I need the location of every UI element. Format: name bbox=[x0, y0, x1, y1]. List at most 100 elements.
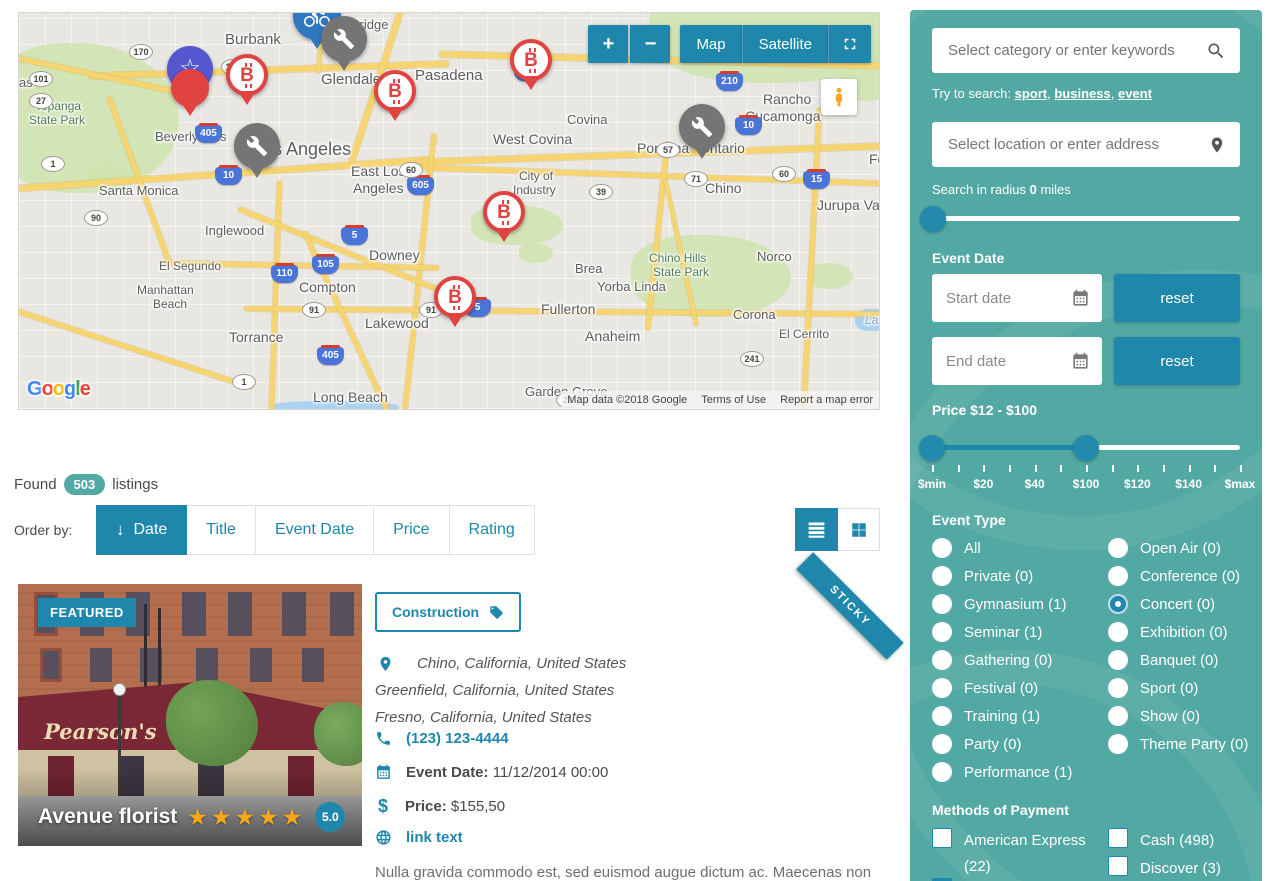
price-tick-label: $40 bbox=[1024, 477, 1045, 491]
report-map-error-link[interactable]: Report a map error bbox=[780, 394, 873, 406]
checkbox[interactable] bbox=[932, 828, 952, 848]
listing-count-badge: 503 bbox=[63, 474, 106, 495]
map-marker-wrench[interactable] bbox=[321, 16, 367, 71]
start-date-reset-button[interactable]: reset bbox=[1114, 274, 1240, 322]
radio[interactable] bbox=[932, 594, 952, 614]
event-type-option-private-0-[interactable]: Private (0) bbox=[932, 566, 1033, 586]
map-label: Santa Monica bbox=[99, 183, 179, 198]
radio[interactable] bbox=[932, 678, 952, 698]
map-marker-bitcoin[interactable]: B bbox=[510, 39, 552, 90]
website-link[interactable]: link text bbox=[406, 829, 463, 846]
event-type-option-exhibition-0-[interactable]: Exhibition (0) bbox=[1108, 622, 1228, 642]
route-shield-interstate: 10 bbox=[735, 115, 762, 135]
order-tab-event-date[interactable]: Event Date bbox=[254, 505, 375, 555]
map-canvas[interactable]: asFlintridgeBurbankGlendalePasadenaLos A… bbox=[18, 12, 880, 410]
order-tab-price[interactable]: Price bbox=[373, 505, 450, 555]
map-zoom-in-button[interactable]: + bbox=[588, 25, 629, 63]
category-tag-button[interactable]: Construction bbox=[375, 592, 522, 632]
radius-slider-track[interactable] bbox=[932, 216, 1240, 221]
end-date-reset-button[interactable]: reset bbox=[1114, 337, 1240, 385]
map-marker-wrench[interactable] bbox=[234, 123, 280, 178]
map-zoom-out-button[interactable]: − bbox=[630, 25, 671, 63]
event-type-option-open-air-0-[interactable]: Open Air (0) bbox=[1108, 538, 1221, 558]
radio[interactable] bbox=[932, 706, 952, 726]
radio[interactable] bbox=[932, 538, 952, 558]
radio[interactable] bbox=[1108, 706, 1128, 726]
payment-option-cash-498-[interactable]: Cash (498) bbox=[1108, 828, 1262, 854]
price-tick bbox=[957, 465, 960, 472]
marker-tail bbox=[693, 145, 711, 159]
event-type-option-conference-0-[interactable]: Conference (0) bbox=[1108, 566, 1240, 586]
end-date-input[interactable] bbox=[932, 352, 1071, 370]
try-search-link-sport[interactable]: sport bbox=[1015, 86, 1048, 101]
map-type-button[interactable]: Map bbox=[680, 25, 743, 63]
event-type-option-gymnasium-1-[interactable]: Gymnasium (1) bbox=[932, 594, 1067, 614]
radio[interactable] bbox=[932, 566, 952, 586]
map-label: El Cerrito bbox=[779, 327, 830, 341]
location-icon[interactable] bbox=[1208, 134, 1226, 156]
map-marker-bitcoin[interactable]: B bbox=[434, 276, 476, 327]
map-marker-wrench[interactable] bbox=[679, 104, 725, 159]
price-slider-handle-max[interactable] bbox=[1073, 435, 1099, 461]
try-search-link-business[interactable]: business bbox=[1054, 86, 1110, 101]
map-marker-bitcoin[interactable]: B bbox=[226, 54, 268, 105]
radio[interactable] bbox=[932, 622, 952, 642]
radio[interactable] bbox=[1108, 538, 1128, 558]
map-label: Torrance bbox=[229, 329, 284, 345]
radio[interactable] bbox=[932, 650, 952, 670]
event-type-option-sport-0-[interactable]: Sport (0) bbox=[1108, 678, 1198, 698]
event-type-option-festival-0-[interactable]: Festival (0) bbox=[932, 678, 1038, 698]
event-type-option-theme-party-0-[interactable]: Theme Party (0) bbox=[1108, 734, 1248, 754]
search-icon[interactable] bbox=[1206, 41, 1226, 61]
filter-sidebar: Try to search: sport, business, event Se… bbox=[910, 10, 1262, 881]
fullscreen-button[interactable] bbox=[829, 25, 871, 63]
view-toggles bbox=[795, 508, 880, 551]
event-type-option-seminar-1-[interactable]: Seminar (1) bbox=[932, 622, 1042, 642]
map-marker-red[interactable] bbox=[171, 69, 209, 116]
calendar-icon[interactable] bbox=[1071, 289, 1090, 308]
radio[interactable] bbox=[1108, 566, 1128, 586]
grid-view-button[interactable] bbox=[837, 508, 880, 551]
location-search-input[interactable] bbox=[932, 136, 1208, 153]
payment-option-discover-3-[interactable]: Discover (3) bbox=[1108, 856, 1262, 881]
event-type-option-party-0-[interactable]: Party (0) bbox=[932, 734, 1022, 754]
order-tab-label: Price bbox=[393, 521, 430, 538]
event-type-option-show-0-[interactable]: Show (0) bbox=[1108, 706, 1200, 726]
event-type-option-all[interactable]: All bbox=[932, 538, 981, 558]
order-tab-rating[interactable]: Rating bbox=[448, 505, 535, 555]
listing-photo[interactable]: Pearson's FEATURED Avenue florist ★★★★★ … bbox=[18, 584, 362, 846]
checkbox[interactable] bbox=[1108, 856, 1128, 876]
phone-number[interactable]: (123) 123-4444 bbox=[406, 730, 509, 747]
event-type-option-gathering-0-[interactable]: Gathering (0) bbox=[932, 650, 1052, 670]
radius-slider-handle[interactable] bbox=[920, 206, 946, 232]
price-slider-handle-min[interactable] bbox=[919, 435, 945, 461]
start-date-input[interactable] bbox=[932, 289, 1071, 307]
radio-selected[interactable] bbox=[1108, 594, 1128, 614]
map-marker-bitcoin[interactable]: B bbox=[483, 191, 525, 242]
radio[interactable] bbox=[932, 734, 952, 754]
order-tab-date[interactable]: ↓ Date bbox=[96, 505, 188, 555]
listing-title[interactable]: Avenue florist bbox=[38, 805, 177, 829]
radio[interactable] bbox=[1108, 650, 1128, 670]
event-type-option-concert-0-[interactable]: Concert (0) bbox=[1108, 594, 1215, 614]
event-type-option-performance-1-[interactable]: Performance (1) bbox=[932, 762, 1072, 782]
list-view-button[interactable] bbox=[795, 508, 838, 551]
calendar-icon[interactable] bbox=[1071, 352, 1090, 371]
radio[interactable] bbox=[932, 762, 952, 782]
payment-option-american-express-22-[interactable]: American Express (22) bbox=[932, 828, 1097, 880]
map-marker-bitcoin[interactable]: B bbox=[374, 70, 416, 121]
terms-of-use-link[interactable]: Terms of Use bbox=[701, 394, 766, 406]
order-tab-title[interactable]: Title bbox=[186, 505, 256, 555]
event-type-option-training-1-[interactable]: Training (1) bbox=[932, 706, 1040, 726]
radio[interactable] bbox=[1108, 678, 1128, 698]
satellite-type-button[interactable]: Satellite bbox=[742, 25, 829, 63]
category-search-input[interactable] bbox=[932, 42, 1206, 59]
pegman-control[interactable] bbox=[821, 79, 857, 115]
checkbox[interactable] bbox=[1108, 828, 1128, 848]
try-search-link-event[interactable]: event bbox=[1118, 86, 1152, 101]
marker-head bbox=[234, 123, 280, 169]
map-type-controls: Map Satellite bbox=[680, 25, 871, 63]
event-type-option-banquet-0-[interactable]: Banquet (0) bbox=[1108, 650, 1218, 670]
radio[interactable] bbox=[1108, 734, 1128, 754]
radio[interactable] bbox=[1108, 622, 1128, 642]
